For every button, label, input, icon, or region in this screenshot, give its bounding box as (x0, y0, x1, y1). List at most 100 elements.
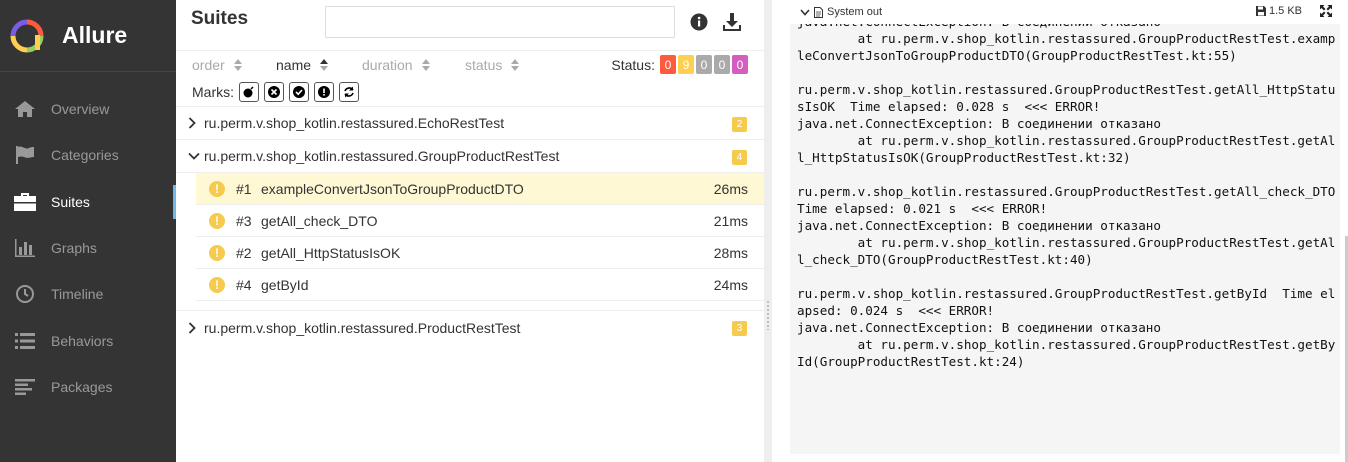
sidebar-item-categories[interactable]: Categories (0, 132, 176, 178)
sidebar-item-packages[interactable]: Packages (0, 364, 176, 410)
broken-status-icon: ! (209, 180, 225, 197)
sort-label: order (192, 56, 225, 73)
test-duration: 21ms (713, 212, 748, 229)
sidebar-item-label: Suites (51, 193, 90, 210)
sidebar-item-suites[interactable]: Suites (0, 179, 176, 225)
sort-arrows-icon (233, 58, 242, 71)
test-number: #2 (236, 244, 252, 261)
file-text-icon (814, 6, 823, 18)
test-duration: 26ms (713, 180, 748, 197)
group-name: ru.perm.v.shop_kotlin.restassured.EchoRe… (204, 115, 505, 131)
test-name: getAll_HttpStatusIsOK (261, 244, 401, 261)
flaky-icon[interactable] (239, 82, 259, 102)
pane-splitter[interactable] (764, 0, 772, 462)
tree-group-echo[interactable]: ru.perm.v.shop_kotlin.restassured.EchoRe… (176, 107, 764, 140)
sidebar-item-label: Graphs (51, 240, 97, 257)
sort-by-order[interactable]: order (192, 57, 276, 73)
sort-by-status[interactable]: status (465, 56, 520, 73)
search-input[interactable] (325, 6, 675, 38)
group-count-badge: 3 (732, 321, 747, 336)
broken-status-icon: ! (209, 276, 225, 293)
tree-group-groupproduct[interactable]: ru.perm.v.shop_kotlin.restassured.GroupP… (176, 140, 764, 173)
app-name: Allure (62, 22, 128, 48)
briefcase-icon (14, 192, 36, 212)
sort-label: status (465, 56, 503, 73)
chevron-right-icon (188, 117, 200, 129)
suites-header: Suites (176, 0, 764, 50)
status-badge-unknown[interactable]: 0 (732, 55, 748, 74)
suites-pane: Suites order name duration status Status… (176, 0, 764, 462)
tree-group-product[interactable]: ru.perm.v.shop_kotlin.restassured.Produc… (176, 311, 764, 344)
expand-icon[interactable] (1320, 5, 1332, 20)
brand[interactable]: Allure (0, 0, 176, 72)
sort-arrows-icon (511, 58, 520, 71)
download-icon[interactable] (722, 12, 742, 32)
align-left-icon (14, 377, 36, 397)
test-duration: 24ms (713, 276, 748, 293)
system-out-text: java.net.ConnectException: В соединении … (797, 24, 1336, 369)
new-failed-icon[interactable] (264, 82, 284, 102)
test-name: getById (261, 276, 309, 293)
test-row[interactable]: ! #1 exampleConvertJsonToGroupProductDTO… (196, 173, 764, 205)
sort-bar: order name duration status Status: 0 9 0… (176, 50, 764, 78)
home-icon (14, 99, 36, 119)
test-row[interactable]: ! #3 getAll_check_DTO 21ms (196, 205, 764, 237)
system-out-body: java.net.ConnectException: В соединении … (790, 24, 1340, 454)
system-out-header[interactable]: System out 1.5 KB (790, 0, 1340, 24)
group-count-badge: 2 (732, 117, 747, 132)
sidebar-item-label: Categories (51, 147, 119, 164)
info-icon[interactable] (689, 12, 709, 32)
chevron-down-icon (188, 150, 200, 162)
test-name: getAll_check_DTO (261, 212, 378, 229)
sidebar: Allure Overview Categories Suites Graphs… (0, 0, 176, 462)
sort-label: name (276, 56, 312, 73)
status-badge-skipped[interactable]: 0 (714, 55, 730, 74)
sort-asc-icon (320, 58, 329, 71)
test-number: #4 (236, 276, 252, 293)
suites-tree: ru.perm.v.shop_kotlin.restassured.EchoRe… (176, 106, 764, 344)
group-name: ru.perm.v.shop_kotlin.restassured.GroupP… (204, 148, 560, 164)
sidebar-nav: Overview Categories Suites Graphs Timeli… (0, 86, 176, 410)
sidebar-item-label: Behaviors (51, 332, 114, 349)
size-text: 1.5 KB (1268, 5, 1302, 17)
marks-bar: Marks: (176, 78, 764, 106)
sort-by-name[interactable]: name (276, 57, 362, 73)
status-badge-passed[interactable]: 0 (696, 55, 712, 74)
group-name: ru.perm.v.shop_kotlin.restassured.Produc… (204, 319, 521, 336)
test-name: exampleConvertJsonToGroupProductDTO (261, 180, 524, 197)
marks-label: Marks: (192, 84, 234, 100)
sort-by-duration[interactable]: duration (362, 57, 465, 73)
page-title: Suites (191, 8, 249, 29)
test-number: #3 (236, 212, 252, 229)
broken-status-icon: ! (209, 212, 225, 229)
chevron-down-icon (800, 8, 810, 16)
sidebar-item-graphs[interactable]: Graphs (0, 225, 176, 271)
test-duration: 28ms (713, 244, 748, 261)
bar-chart-icon (14, 238, 36, 258)
status-badge-failed[interactable]: 0 (660, 55, 676, 74)
test-details-pane: java.net.ConnectException: В соединении … (772, 0, 1348, 462)
sidebar-item-label: Packages (51, 378, 113, 395)
flag-icon (14, 145, 36, 165)
sidebar-item-label: Overview (51, 101, 110, 118)
test-row[interactable]: ! #2 getAll_HttpStatusIsOK 28ms (196, 237, 764, 269)
new-passed-icon[interactable] (289, 82, 309, 102)
retries-icon[interactable] (339, 82, 359, 102)
system-out-title: System out (827, 6, 883, 18)
allure-logo-icon (10, 19, 44, 52)
group-count-badge: 4 (732, 150, 747, 165)
sidebar-item-behaviors[interactable]: Behaviors (0, 317, 176, 363)
chevron-right-icon (188, 321, 200, 334)
test-row[interactable]: ! #4 getById 24ms (196, 269, 764, 301)
clock-icon (14, 284, 36, 304)
new-broken-icon[interactable] (314, 82, 334, 102)
sort-label: duration (362, 56, 413, 73)
sidebar-item-overview[interactable]: Overview (0, 86, 176, 132)
sidebar-item-timeline[interactable]: Timeline (0, 271, 176, 317)
test-number: #1 (236, 180, 252, 197)
status-filter: Status: 0 9 0 0 0 (611, 55, 748, 74)
status-badge-broken[interactable]: 9 (678, 55, 694, 74)
sort-arrows-icon (421, 58, 430, 71)
group-spacer (176, 301, 764, 311)
status-label: Status: (611, 56, 655, 73)
